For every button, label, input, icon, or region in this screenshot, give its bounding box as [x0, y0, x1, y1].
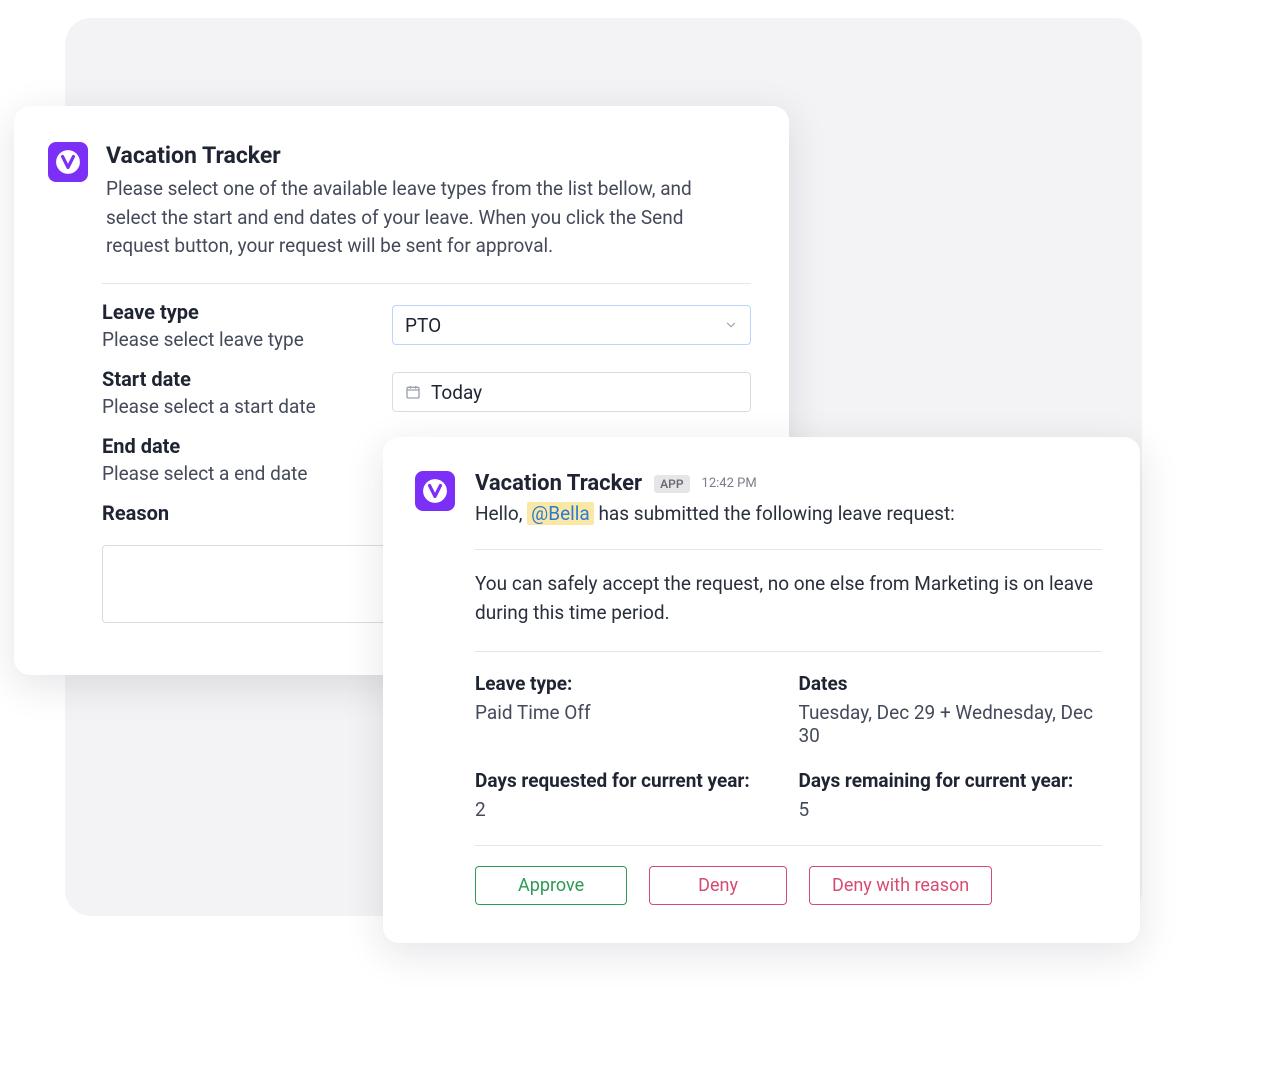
app-badge: APP: [654, 475, 689, 493]
start-date-help: Please select a start date: [102, 395, 376, 418]
start-date-picker[interactable]: Today: [392, 372, 751, 412]
app-logo-icon: [415, 471, 455, 511]
detail-leave-type-value: Paid Time Off: [475, 701, 779, 724]
leave-type-help: Please select leave type: [102, 328, 376, 351]
detail-days-requested-label: Days requested for current year:: [475, 769, 779, 792]
divider: [475, 549, 1102, 550]
detail-days-remaining-label: Days remaining for current year:: [799, 769, 1103, 792]
leave-type-label: Leave type: [102, 300, 376, 324]
deny-button[interactable]: Deny: [649, 866, 787, 905]
detail-days-requested-value: 2: [475, 798, 779, 821]
divider: [475, 651, 1102, 652]
chevron-down-icon: [724, 318, 738, 332]
divider: [475, 845, 1102, 846]
detail-dates-value: Tuesday, Dec 29 + Wednesday, Dec 30: [799, 701, 1103, 747]
start-date-value: Today: [431, 381, 482, 404]
deny-with-reason-button[interactable]: Deny with reason: [809, 866, 992, 905]
form-app-title: Vacation Tracker: [106, 142, 746, 169]
leave-type-value: PTO: [405, 314, 724, 337]
greeting-suffix: has submitted the following leave reques…: [594, 502, 955, 525]
start-date-label: Start date: [102, 367, 376, 391]
user-mention[interactable]: @Bella: [527, 502, 594, 525]
notification-greeting: Hello, @Bella has submitted the followin…: [475, 502, 1102, 525]
notification-note: You can safely accept the request, no on…: [475, 570, 1102, 627]
calendar-icon: [405, 384, 421, 400]
end-date-label: End date: [102, 434, 376, 458]
app-logo-icon: [48, 142, 88, 182]
leave-type-select[interactable]: PTO: [392, 305, 751, 345]
divider: [102, 283, 751, 284]
detail-dates-label: Dates: [799, 672, 1103, 695]
notification-time: 12:42 PM: [702, 476, 757, 491]
detail-leave-type-label: Leave type:: [475, 672, 779, 695]
form-description: Please select one of the available leave…: [106, 175, 746, 261]
leave-request-notification-card: Vacation Tracker APP 12:42 PM Hello, @Be…: [383, 437, 1140, 943]
greeting-prefix: Hello,: [475, 502, 527, 525]
notification-app-title: Vacation Tracker: [475, 471, 642, 496]
approve-button[interactable]: Approve: [475, 866, 627, 905]
end-date-help: Please select a end date: [102, 462, 376, 485]
detail-days-remaining-value: 5: [799, 798, 1103, 821]
reason-label: Reason: [102, 501, 169, 525]
